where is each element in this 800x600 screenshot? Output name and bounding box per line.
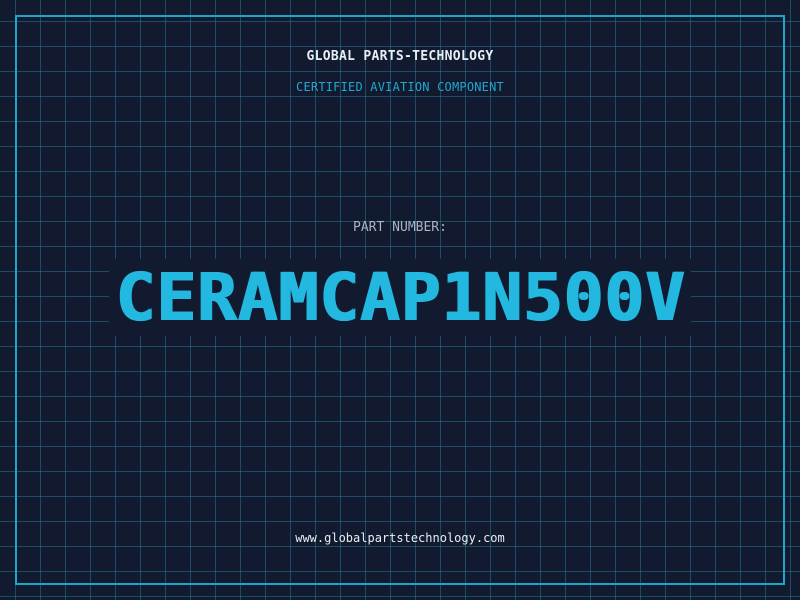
label-canvas: GLOBAL PARTS-TECHNOLOGY CERTIFIED AVIATI… bbox=[0, 0, 800, 600]
company-name: GLOBAL PARTS-TECHNOLOGY bbox=[306, 49, 494, 64]
part-number-value: CERAMCAP1N500V bbox=[108, 259, 692, 336]
part-number-label: PART NUMBER: bbox=[353, 220, 447, 235]
part-number-value-row: CERAMCAP1N500V bbox=[0, 258, 800, 338]
website-url: www.globalpartstechnology.com bbox=[295, 531, 505, 545]
certification-subtitle: CERTIFIED AVIATION COMPONENT bbox=[296, 80, 504, 94]
